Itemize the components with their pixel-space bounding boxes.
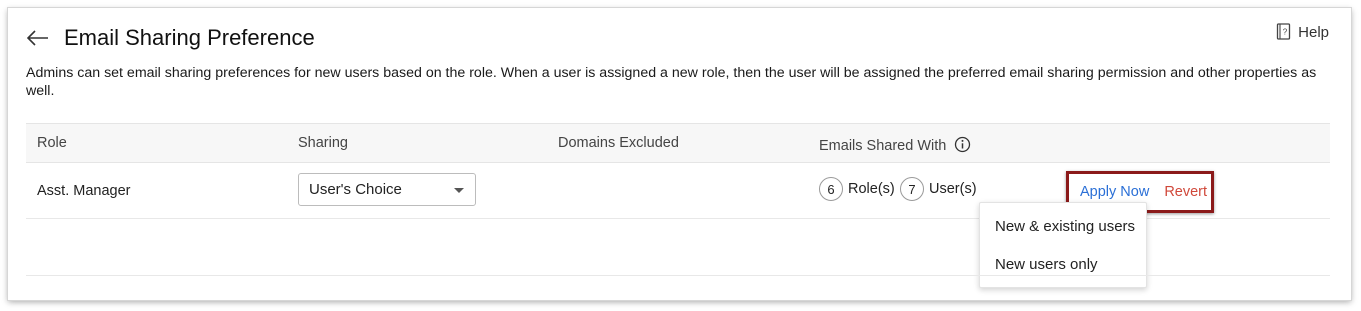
table-header: Role Sharing Domains Excluded Emails Sha…	[26, 123, 1330, 163]
column-header-domains-excluded: Domains Excluded	[558, 135, 679, 151]
roles-label: Role(s)	[848, 181, 895, 197]
help-book-icon: ?	[1276, 23, 1291, 40]
chevron-down-icon	[454, 188, 464, 193]
help-link[interactable]: ? Help	[1276, 23, 1329, 41]
roles-count-group[interactable]: 6 Role(s)	[819, 177, 895, 201]
divider	[26, 275, 1330, 276]
page-title: Email Sharing Preference	[64, 25, 315, 50]
sharing-select[interactable]: User's Choice	[298, 173, 476, 206]
users-count-group[interactable]: 7 User(s)	[900, 177, 977, 201]
column-header-sharing: Sharing	[298, 135, 348, 151]
revert-button[interactable]: Revert	[1164, 184, 1207, 200]
back-arrow-icon[interactable]	[26, 26, 50, 50]
menu-item-new-users-only[interactable]: New users only	[995, 256, 1098, 273]
page-header: Email Sharing Preference	[26, 20, 315, 56]
help-label: Help	[1298, 23, 1329, 41]
email-sharing-panel: Email Sharing Preference ? Help Admins c…	[8, 8, 1351, 300]
column-header-role: Role	[37, 135, 67, 151]
emails-shared-with-label: Emails Shared With	[819, 138, 947, 154]
roles-count-badge[interactable]: 6	[819, 177, 843, 201]
sharing-select-value: User's Choice	[309, 181, 402, 198]
menu-item-new-and-existing-users[interactable]: New & existing users	[995, 218, 1135, 235]
role-cell: Asst. Manager	[37, 183, 131, 199]
apply-now-button[interactable]: Apply Now	[1080, 184, 1149, 200]
users-count-badge[interactable]: 7	[900, 177, 924, 201]
users-label: User(s)	[929, 181, 977, 197]
svg-text:?: ?	[1283, 28, 1288, 37]
column-header-emails-shared-with: Emails Shared With	[819, 136, 971, 154]
description-text: Admins can set email sharing preferences…	[26, 65, 1317, 99]
info-icon[interactable]	[954, 136, 971, 153]
